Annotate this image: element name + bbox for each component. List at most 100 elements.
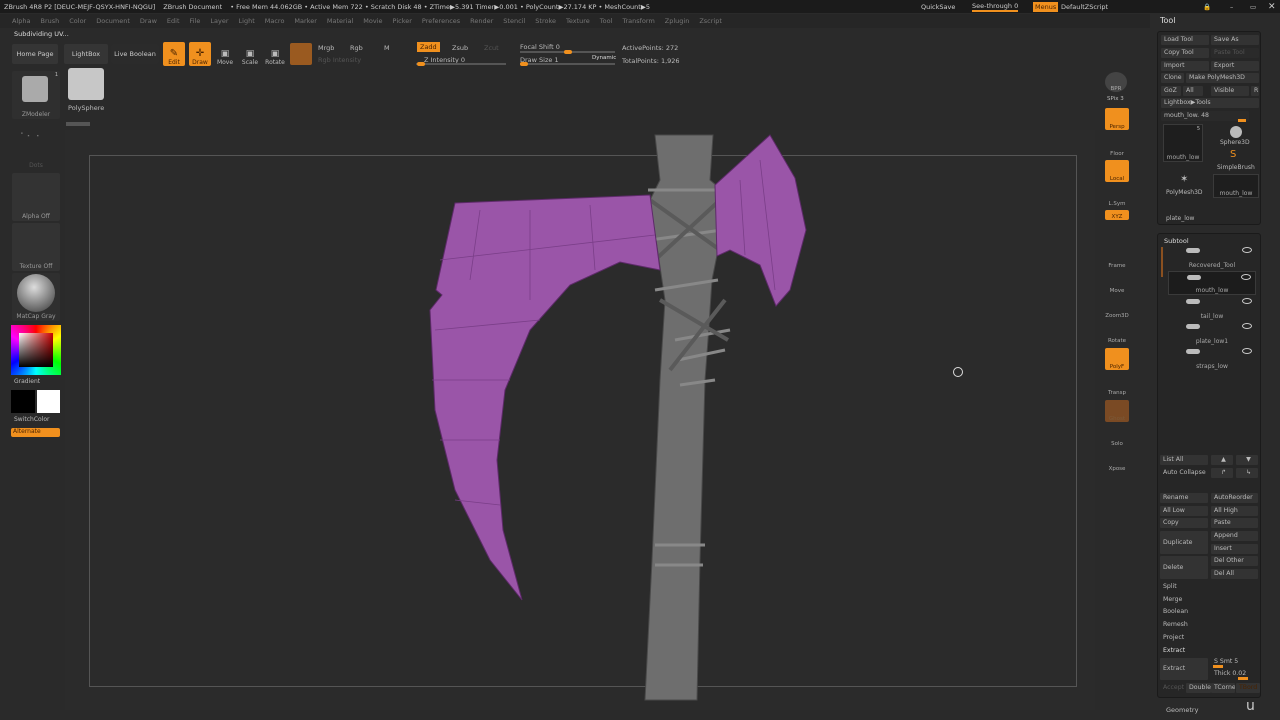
lightbox-tools-button[interactable]: Lightbox▶Tools (1161, 98, 1259, 108)
tool-thumb-mouth-low[interactable]: mouth_low 5 (1163, 124, 1203, 162)
tool-thumb-mouth-low-2[interactable]: mouth_low (1213, 174, 1259, 198)
merge-section[interactable]: Merge (1160, 595, 1258, 605)
geometry-section[interactable]: Geometry (1166, 706, 1198, 714)
all-low-button[interactable]: All Low (1160, 506, 1208, 516)
eye-icon[interactable] (1242, 348, 1252, 354)
eye-icon[interactable] (1242, 247, 1252, 253)
r-button[interactable]: R (1251, 86, 1259, 96)
paste-button[interactable]: Paste (1211, 518, 1258, 528)
double-button[interactable]: Double (1186, 683, 1211, 693)
thick-knob[interactable] (1238, 677, 1248, 680)
transp-button[interactable]: Transp (1105, 374, 1129, 396)
tool-panel: Load Tool Save As Copy Tool Paste Tool I… (1157, 31, 1261, 225)
subtool-item[interactable]: plate_low1 (1168, 321, 1256, 345)
zoom3d-button[interactable]: Zoom3D (1105, 297, 1129, 319)
duplicate-button[interactable]: Duplicate (1160, 531, 1208, 554)
split-section[interactable]: Split (1160, 582, 1258, 592)
move-view-button[interactable]: Move (1105, 272, 1129, 294)
rename-button[interactable]: Rename (1160, 493, 1208, 503)
polymesh3d-label: PolyMesh3D (1166, 189, 1203, 196)
rotate-cursor-icon (953, 367, 963, 377)
polyf-button[interactable]: PolyF (1105, 348, 1129, 370)
append-button[interactable]: Append (1211, 531, 1258, 541)
ghost-label: Ghost (1108, 416, 1126, 422)
eye-icon[interactable] (1241, 274, 1251, 280)
frame-button[interactable]: Frame (1105, 247, 1129, 269)
solo-button[interactable]: Solo (1105, 425, 1129, 447)
visible-button[interactable]: Visible (1211, 86, 1249, 96)
tcorner-button[interactable]: TCorne (1211, 683, 1235, 693)
spix-slider[interactable]: SPix 3 (1107, 96, 1124, 102)
export-button[interactable]: Export (1211, 61, 1259, 71)
polymesh3d-icon[interactable]: ✶ (1180, 174, 1188, 185)
remesh-section[interactable]: Remesh (1160, 620, 1258, 630)
make-polymesh3d-button[interactable]: Make PolyMesh3D (1186, 73, 1259, 83)
thick-slider[interactable]: Thick 0.02 (1211, 669, 1258, 679)
del-all-button[interactable]: Del All (1211, 569, 1258, 579)
subtool-scrollbar[interactable] (1161, 247, 1163, 277)
simplebrush-icon[interactable]: S (1230, 149, 1236, 160)
subtool-item[interactable]: Recovered_Tool (1168, 245, 1256, 269)
xpose-button[interactable]: Xpose (1105, 450, 1129, 472)
all-high-button[interactable]: All High (1211, 506, 1258, 516)
plate-low-label: plate_low (1166, 215, 1195, 222)
tborder-button[interactable]: TBord (1236, 683, 1260, 693)
extract-button[interactable]: Extract (1160, 658, 1208, 680)
s-smt-knob[interactable] (1213, 665, 1223, 668)
move-view-label: Move (1109, 288, 1125, 294)
persp-button[interactable]: Persp (1105, 108, 1129, 130)
arrow-down-right-icon[interactable]: ↳ (1236, 468, 1258, 478)
sphere3d-icon[interactable] (1230, 126, 1242, 138)
axe-model[interactable] (0, 0, 1280, 720)
subtool-item[interactable]: straps_low (1168, 346, 1256, 370)
subtool-toggles[interactable] (1186, 299, 1200, 304)
subtool-toggles[interactable] (1186, 248, 1200, 253)
subtool-toggles[interactable] (1186, 324, 1200, 329)
transp-label: Transp (1107, 390, 1127, 396)
xyz-label: XYZ (1111, 214, 1123, 220)
autoreorder-button[interactable]: AutoReorder (1211, 493, 1258, 503)
bpr-button[interactable]: BPR (1105, 72, 1127, 92)
eye-icon[interactable] (1242, 298, 1252, 304)
arrow-up-right-icon[interactable]: ↱ (1211, 468, 1233, 478)
extract-section[interactable]: Extract (1160, 646, 1258, 656)
axe-blade (429, 134, 807, 601)
move-down-icon[interactable]: ▼ (1236, 455, 1258, 465)
copy-button[interactable]: Copy (1160, 518, 1208, 528)
goz-button[interactable]: GoZ (1161, 86, 1181, 96)
ghost-button[interactable]: Ghost (1105, 400, 1129, 422)
paste-tool-button[interactable]: Paste Tool (1211, 48, 1259, 58)
current-tool-slider[interactable]: mouth_low. 48 (1161, 111, 1249, 121)
tool-panel-title: Tool (1160, 16, 1176, 25)
import-button[interactable]: Import (1161, 61, 1209, 71)
boolean-section[interactable]: Boolean (1160, 607, 1258, 617)
thumb-count: 5 (1196, 126, 1200, 132)
insert-button[interactable]: Insert (1211, 544, 1258, 554)
subtool-name: Recovered_Tool (1188, 262, 1236, 269)
subtool-item[interactable]: tail_low (1168, 296, 1256, 320)
delete-button[interactable]: Delete (1160, 556, 1208, 579)
rotate-view-button[interactable]: Rotate (1105, 322, 1129, 344)
all-button[interactable]: All (1183, 86, 1203, 96)
floor-button[interactable]: Floor (1105, 135, 1129, 157)
xyz-button[interactable]: XYZ (1105, 210, 1129, 220)
eye-icon[interactable] (1242, 323, 1252, 329)
load-tool-button[interactable]: Load Tool (1161, 35, 1209, 45)
accept-button[interactable]: Accept (1160, 683, 1185, 693)
auto-collapse-button[interactable]: Auto Collapse (1160, 468, 1208, 478)
copy-tool-button[interactable]: Copy Tool (1161, 48, 1209, 58)
project-section[interactable]: Project (1160, 633, 1258, 643)
subtool-toggles[interactable] (1187, 275, 1201, 280)
subtool-name: plate_low1 (1195, 338, 1229, 345)
subtool-toggles[interactable] (1186, 349, 1200, 354)
save-as-button[interactable]: Save As (1211, 35, 1259, 45)
move-up-icon[interactable]: ▲ (1211, 455, 1233, 465)
list-all-button[interactable]: List All (1160, 455, 1208, 465)
local-button[interactable]: Local (1105, 160, 1129, 182)
clone-button[interactable]: Clone (1161, 73, 1184, 83)
lsym-button[interactable]: L.Sym (1105, 185, 1129, 207)
bpr-label: BPR (1110, 86, 1122, 92)
del-other-button[interactable]: Del Other (1211, 556, 1258, 566)
current-tool-knob[interactable] (1238, 119, 1246, 122)
subtool-item-selected[interactable]: mouth_low (1168, 271, 1256, 295)
